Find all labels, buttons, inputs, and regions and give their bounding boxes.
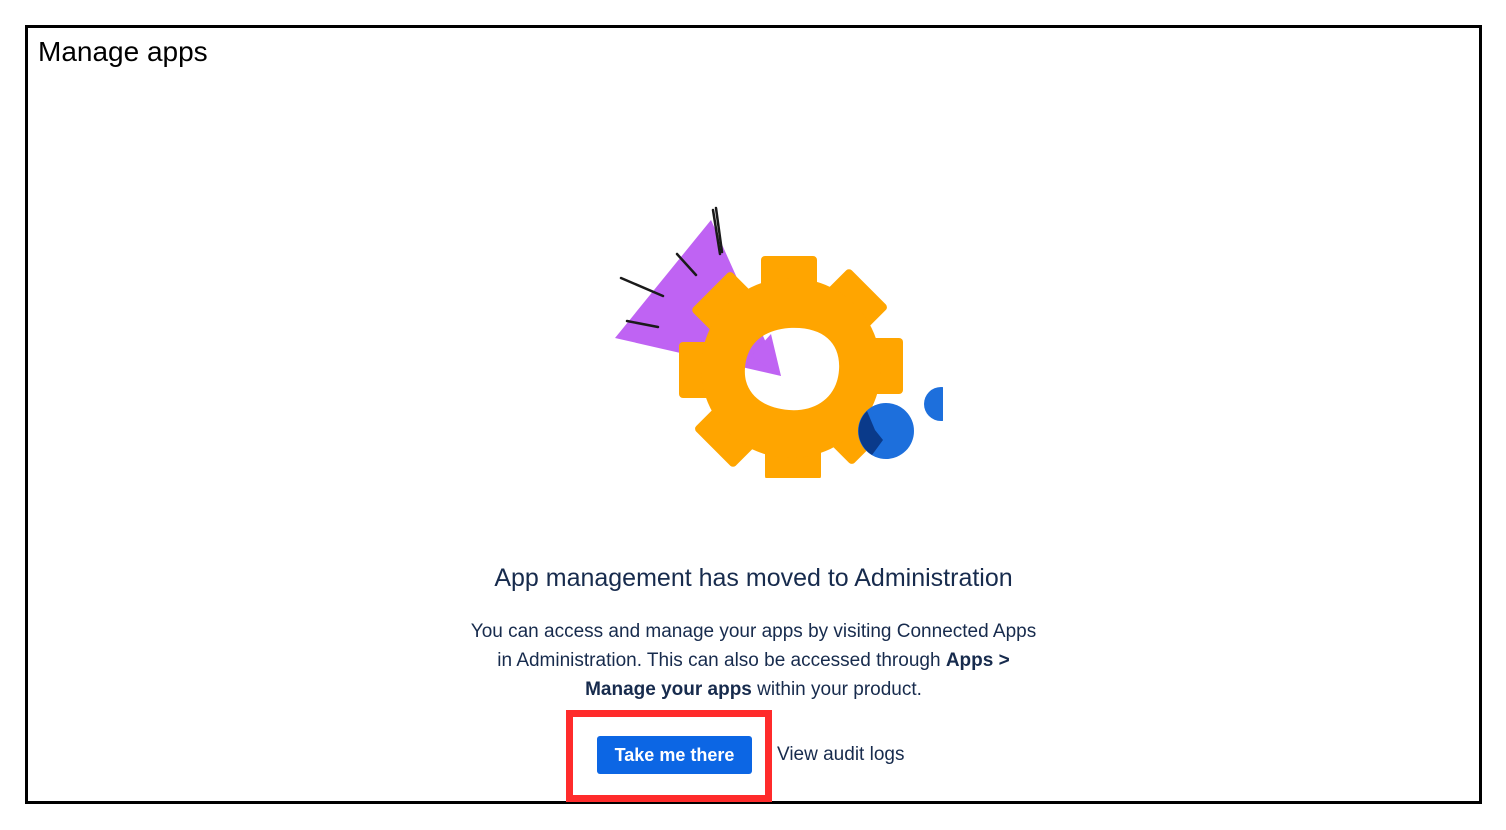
app-frame: Manage apps App management has moved to … [25,25,1482,804]
blue-dot-small [924,387,958,421]
headline: App management has moved to Administrati… [494,564,1013,592]
description-line-1: You can access and manage your apps by v… [470,621,1037,642]
description-line-3-bold: Manage your apps [585,679,752,700]
gear-illustration [583,178,958,480]
gear-icon [615,206,958,480]
description-line-3-suffix: within your product. [751,679,922,700]
gear-body-shape [700,278,881,458]
page-title: Manage apps [38,36,208,67]
description: You can access and manage your apps by v… [28,617,1479,704]
view-audit-logs-link[interactable]: View audit logs [777,740,904,770]
description-line-2-bold: Apps > [945,650,1010,671]
description-line-2-prefix: in Administration. This can also be acce… [497,650,946,671]
take-me-there-button[interactable]: Take me there [597,736,752,774]
